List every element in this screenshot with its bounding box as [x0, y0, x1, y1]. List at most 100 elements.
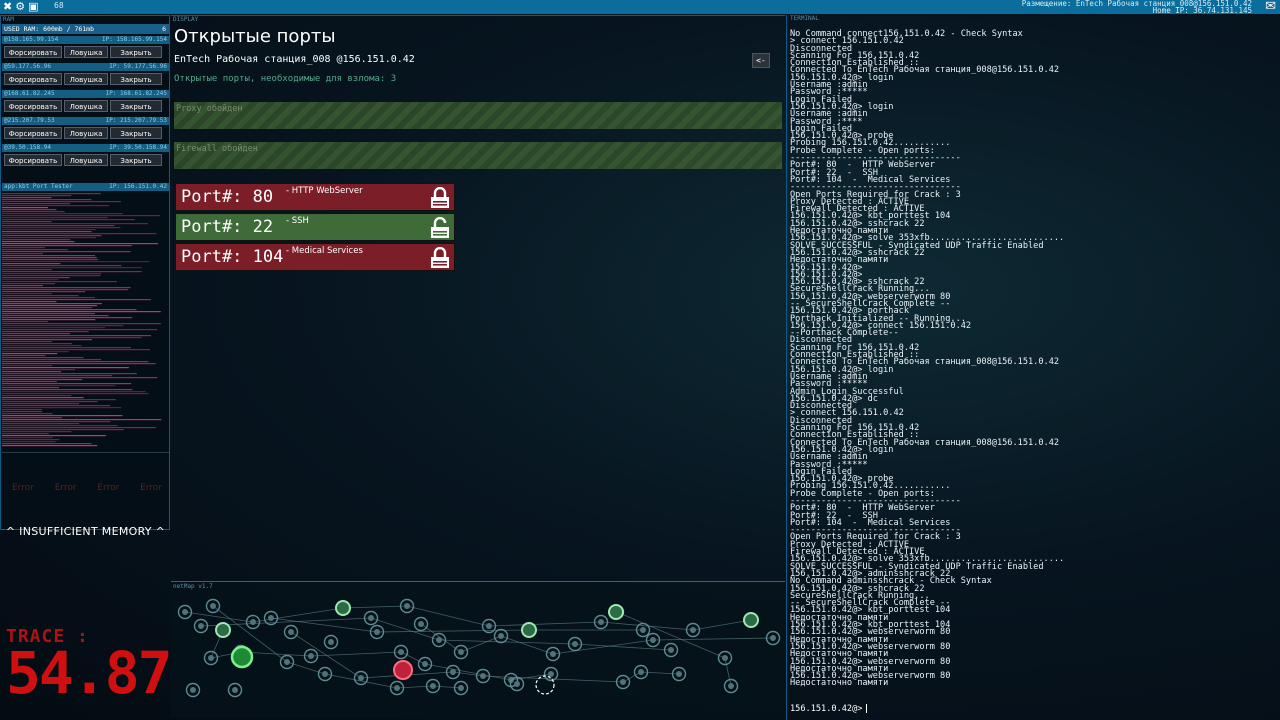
exe-ip: IP: 39.50.158.94 [109, 144, 167, 151]
port-tester-streak [2, 251, 131, 253]
port-tester-streak [2, 213, 123, 215]
force-button[interactable]: Форсировать [4, 154, 62, 166]
close-icon[interactable]: ✖ [3, 1, 12, 13]
netmap-node-core [182, 609, 188, 615]
port-tester-streak [2, 339, 93, 341]
close-button[interactable]: Закрыть [110, 100, 162, 112]
port-tester-streak [2, 273, 102, 275]
netmap-link [432, 685, 462, 689]
port-tester-streak [2, 313, 95, 315]
port-80-button[interactable]: Port#: 80 - HTTP WebServer [175, 183, 455, 211]
netmap-node-core [404, 603, 410, 609]
netmap-target-node[interactable] [393, 660, 413, 680]
ram-counter: 68 [54, 1, 64, 10]
port-tester-streak [2, 329, 158, 331]
force-button[interactable]: Форсировать [4, 73, 62, 85]
netmap-visited-node[interactable] [743, 612, 759, 628]
port-tester-streak [2, 381, 57, 383]
netmap-node-core [676, 671, 682, 677]
port-tester-streak [2, 285, 44, 287]
netmap-node-core [250, 619, 256, 625]
port-tester-streak [2, 427, 156, 429]
port-tester-streak [2, 247, 45, 249]
trap-button[interactable]: Ловушка [64, 127, 108, 139]
close-button[interactable]: Закрыть [110, 46, 162, 58]
port-tester-streak [2, 351, 69, 353]
port-tester-header: app:kbt Port Tester IP: 156.151.0.42 [2, 183, 169, 191]
netmap-visited-node[interactable] [521, 622, 537, 638]
port-tester-streak [2, 287, 131, 289]
port-tester-streak [2, 435, 106, 437]
port-tester-streak [2, 385, 116, 387]
force-button[interactable]: Форсировать [4, 46, 62, 58]
port-tester-streak [2, 207, 49, 209]
port-tester-streak [2, 419, 162, 421]
mail-icon[interactable]: ✉ [1265, 0, 1276, 13]
netmap-visited-node[interactable] [335, 600, 351, 616]
port-tester-visual [2, 193, 162, 447]
port-tester-streak [2, 395, 72, 397]
force-button[interactable]: Форсировать [4, 100, 62, 112]
exe-target: @158.165.99.154 [4, 36, 59, 43]
port-104-button[interactable]: Port#: 104 - Medical Services [175, 243, 455, 271]
port-22-button[interactable]: Port#: 22 - SSH [175, 213, 455, 241]
port-tester-streak [2, 389, 133, 391]
port-tester-ip: IP: 156.151.0.42 [109, 183, 167, 190]
port-tester-streak [2, 289, 129, 291]
port-tester-streak [2, 301, 57, 303]
port-tester-streak [2, 203, 71, 205]
trace-timer: TRACE : 54.87 [6, 626, 173, 702]
trap-button[interactable]: Ловушка [64, 46, 108, 58]
trap-button[interactable]: Ловушка [64, 73, 108, 85]
port-tester-streak [2, 321, 49, 323]
terminal-prompt[interactable]: 156.151.0.42@> [790, 704, 867, 714]
port-tester-streak [2, 311, 161, 313]
port-tester-streak [2, 343, 73, 345]
netmap-node-core [190, 687, 196, 693]
netmap-node-core [480, 673, 486, 679]
port-tester-streak [2, 431, 72, 433]
netmap-node-core [284, 659, 290, 665]
gear-icon[interactable]: ⚙ [15, 1, 25, 13]
port-tester-streak [2, 379, 83, 381]
close-button[interactable]: Закрыть [110, 127, 162, 139]
port-tester-streak [2, 267, 142, 269]
close-button[interactable]: Закрыть [110, 73, 162, 85]
netmap-node-core [374, 629, 380, 635]
port-tester-streak [2, 411, 43, 413]
port-tester-streak [2, 445, 98, 447]
trap-button[interactable]: Ловушка [64, 154, 108, 166]
exe-module: @168.61.82.245 IP: 168.61.82.245 Форсиров… [2, 90, 169, 116]
terminal-line: > connect 156.151.0.42 [790, 36, 904, 47]
port-tester-streak [2, 341, 53, 343]
netmap-link [652, 637, 774, 641]
terminal-title: TERMINAL [790, 15, 819, 22]
close-button[interactable]: Закрыть [110, 154, 162, 166]
netmap-visited-node[interactable] [608, 604, 624, 620]
netmap-node-core [598, 619, 604, 625]
port-tester-streak [2, 361, 149, 363]
port-tester-streak [2, 421, 111, 423]
back-button[interactable]: <- [752, 53, 770, 68]
firewall-bypassed-label: Firewall обойден [176, 144, 258, 154]
netmap-home-node[interactable] [230, 645, 254, 669]
port-tester-streak [2, 377, 158, 379]
netmap-graph[interactable] [171, 582, 785, 719]
netmap-node-core [650, 637, 656, 643]
port-tester-streak [2, 217, 108, 219]
port-tester-streak [2, 369, 76, 371]
port-tester-streak [2, 259, 99, 261]
port-tester-streak [2, 335, 151, 337]
save-icon[interactable]: ▣ [28, 1, 38, 13]
port-tester-streak [2, 281, 117, 283]
netmap-node-core [210, 603, 216, 609]
port-tester-streak [2, 373, 137, 375]
error-label: Error [97, 483, 120, 493]
netmap-node-core [458, 685, 464, 691]
port-tester-streak [2, 317, 133, 319]
port-tester-streak [2, 353, 58, 355]
netmap-visited-node[interactable] [215, 622, 231, 638]
port-tester-streak [2, 365, 53, 367]
force-button[interactable]: Форсировать [4, 127, 62, 139]
trap-button[interactable]: Ловушка [64, 100, 108, 112]
